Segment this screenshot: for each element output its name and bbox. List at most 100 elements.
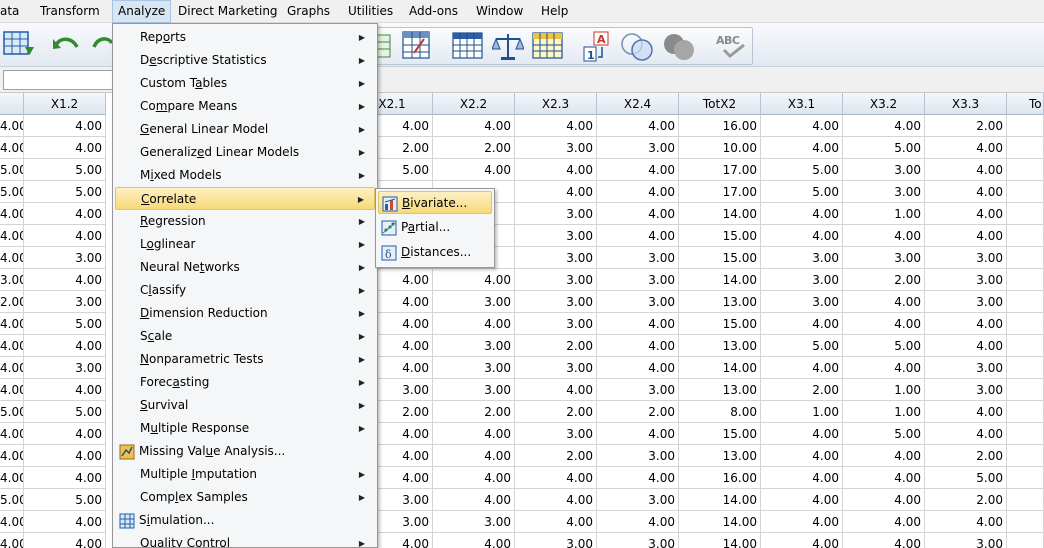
grid-cell[interactable]: 4.00: [597, 467, 679, 489]
analyze-item-correlate[interactable]: Correlate ▶: [115, 187, 375, 210]
analyze-item-compare-means[interactable]: Compare Means ▶: [115, 95, 375, 118]
analyze-item-general-linear-model[interactable]: General Linear Model ▶: [115, 118, 375, 141]
grid-cell[interactable]: 16.00: [679, 115, 761, 137]
grid-cell[interactable]: 4.00: [597, 511, 679, 533]
grid-cell[interactable]: 4.00: [433, 445, 515, 467]
grid-cell[interactable]: 3.00: [515, 269, 597, 291]
analyze-item-neural-networks[interactable]: Neural Networks ▶: [115, 256, 375, 279]
grid-cell[interactable]: 4.00: [925, 335, 1007, 357]
grid-cell[interactable]: 2.00: [925, 445, 1007, 467]
grid-cell[interactable]: 5.00: [0, 181, 24, 203]
column-header-x3-2[interactable]: X3.2: [843, 93, 925, 115]
grid-cell[interactable]: 4.00: [0, 357, 24, 379]
grid-cell[interactable]: 4.00: [24, 445, 106, 467]
grid-cell[interactable]: 5.00: [843, 137, 925, 159]
grid-cell[interactable]: 15.00: [679, 313, 761, 335]
grid-cell[interactable]: 4.00: [24, 203, 106, 225]
grid-cell[interactable]: 4.00: [597, 181, 679, 203]
grid-cell[interactable]: 3.00: [925, 269, 1007, 291]
grid-cell[interactable]: 3.00: [515, 225, 597, 247]
grid-cell[interactable]: 4.00: [433, 467, 515, 489]
grid-cell[interactable]: 4.00: [433, 269, 515, 291]
cell-value-input[interactable]: [3, 70, 118, 90]
select-cases-icon[interactable]: [532, 32, 564, 60]
grid-cell[interactable]: 5.00: [0, 489, 24, 511]
variables-icon[interactable]: [402, 31, 432, 61]
grid-cell[interactable]: 17.00: [679, 159, 761, 181]
menu-graphs[interactable]: Graphs: [282, 0, 335, 23]
grid-cell[interactable]: [1007, 203, 1044, 225]
grid-cell[interactable]: 3.00: [925, 291, 1007, 313]
grid-cell[interactable]: [1007, 533, 1044, 548]
grid-cell[interactable]: 2.00: [515, 401, 597, 423]
grid-cell[interactable]: [1007, 291, 1044, 313]
analyze-item-mixed-models[interactable]: Mixed Models ▶: [115, 164, 375, 187]
grid-cell[interactable]: 4.00: [925, 181, 1007, 203]
grid-cell[interactable]: 4.00: [925, 137, 1007, 159]
grid-cell[interactable]: 3.00: [597, 445, 679, 467]
grid-cell[interactable]: 4.00: [761, 203, 843, 225]
grid-cell[interactable]: 5.00: [761, 335, 843, 357]
grid-cell[interactable]: 4.00: [0, 445, 24, 467]
grid-cell[interactable]: 2.00: [433, 401, 515, 423]
analyze-item-scale[interactable]: Scale ▶: [115, 325, 375, 348]
grid-cell[interactable]: 4.00: [925, 159, 1007, 181]
dataset-icon[interactable]: [3, 29, 35, 59]
grid-cell[interactable]: 4.00: [24, 533, 106, 548]
grid-cell[interactable]: 4.00: [433, 489, 515, 511]
grid-cell[interactable]: 3.00: [925, 247, 1007, 269]
grid-cell[interactable]: 14.00: [679, 357, 761, 379]
grid-cell[interactable]: 3.00: [761, 269, 843, 291]
column-header-totx2[interactable]: TotX2: [679, 93, 761, 115]
grid-cell[interactable]: [1007, 445, 1044, 467]
redo-icon[interactable]: [92, 35, 114, 55]
grid-cell[interactable]: 3.00: [925, 379, 1007, 401]
analyze-item-reports[interactable]: Reports ▶: [115, 26, 375, 49]
grid-cell[interactable]: [1007, 489, 1044, 511]
analyze-item-quality-control[interactable]: Quality Control ▶: [115, 532, 375, 547]
grid-cell[interactable]: [1007, 137, 1044, 159]
grid-cell[interactable]: 2.00: [515, 445, 597, 467]
grid-cell[interactable]: 3.00: [843, 181, 925, 203]
grid-cell[interactable]: 13.00: [679, 291, 761, 313]
grid-cell[interactable]: 14.00: [679, 511, 761, 533]
column-header-x2-2[interactable]: X2.2: [433, 93, 515, 115]
grid-cell[interactable]: 4.00: [515, 467, 597, 489]
grid-cell[interactable]: 4.00: [843, 533, 925, 548]
grid-cell[interactable]: 3.00: [761, 291, 843, 313]
column-header-totx3[interactable]: To: [1007, 93, 1044, 115]
grid-cell[interactable]: 2.00: [0, 291, 24, 313]
grid-cell[interactable]: 17.00: [679, 181, 761, 203]
grid-cell[interactable]: 3.00: [597, 247, 679, 269]
grid-cell[interactable]: 15.00: [679, 225, 761, 247]
grid-cell[interactable]: 3.00: [925, 357, 1007, 379]
grid-cell[interactable]: 4.00: [761, 489, 843, 511]
grid-cell[interactable]: 4.00: [597, 203, 679, 225]
grid-cell[interactable]: 3.00: [515, 247, 597, 269]
grid-cell[interactable]: 4.00: [433, 159, 515, 181]
grid-cell[interactable]: 4.00: [843, 467, 925, 489]
grid-cell[interactable]: 3.00: [515, 533, 597, 548]
analyze-item-loglinear[interactable]: Loglinear ▶: [115, 233, 375, 256]
grid-cell[interactable]: 4.00: [925, 203, 1007, 225]
grid-cell[interactable]: 4.00: [925, 511, 1007, 533]
column-header-x2-3[interactable]: X2.3: [515, 93, 597, 115]
grid-cell[interactable]: [1007, 159, 1044, 181]
menu-utilities[interactable]: Utilities: [343, 0, 398, 23]
show-all-variables-icon[interactable]: [662, 31, 698, 63]
grid-cell[interactable]: 4.00: [24, 335, 106, 357]
column-header-x3-3[interactable]: X3.3: [925, 93, 1007, 115]
grid-cell[interactable]: 3.00: [515, 423, 597, 445]
grid-cell[interactable]: 4.00: [925, 313, 1007, 335]
grid-cell[interactable]: 3.00: [761, 247, 843, 269]
grid-cell[interactable]: 4.00: [24, 467, 106, 489]
grid-cell[interactable]: 3.00: [24, 357, 106, 379]
analyze-item-multiple-response[interactable]: Multiple Response ▶: [115, 417, 375, 440]
grid-cell[interactable]: 4.00: [24, 379, 106, 401]
grid-cell[interactable]: 4.00: [433, 115, 515, 137]
grid-cell[interactable]: 5.00: [24, 159, 106, 181]
column-header[interactable]: [0, 93, 24, 115]
analyze-item-survival[interactable]: Survival ▶: [115, 394, 375, 417]
grid-cell[interactable]: 4.00: [761, 423, 843, 445]
undo-icon[interactable]: [52, 35, 80, 55]
